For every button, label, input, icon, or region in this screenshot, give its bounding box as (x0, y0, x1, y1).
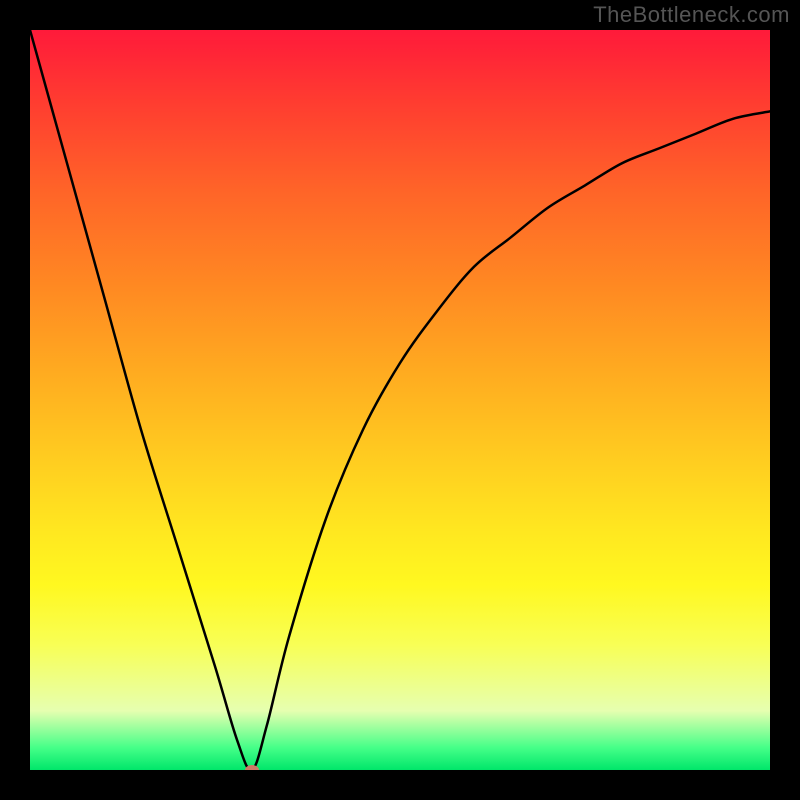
plot-area (30, 30, 770, 770)
optimal-marker (245, 765, 259, 770)
chart-frame: TheBottleneck.com (0, 0, 800, 800)
watermark-text: TheBottleneck.com (593, 2, 790, 28)
bottleneck-curve (30, 30, 770, 770)
